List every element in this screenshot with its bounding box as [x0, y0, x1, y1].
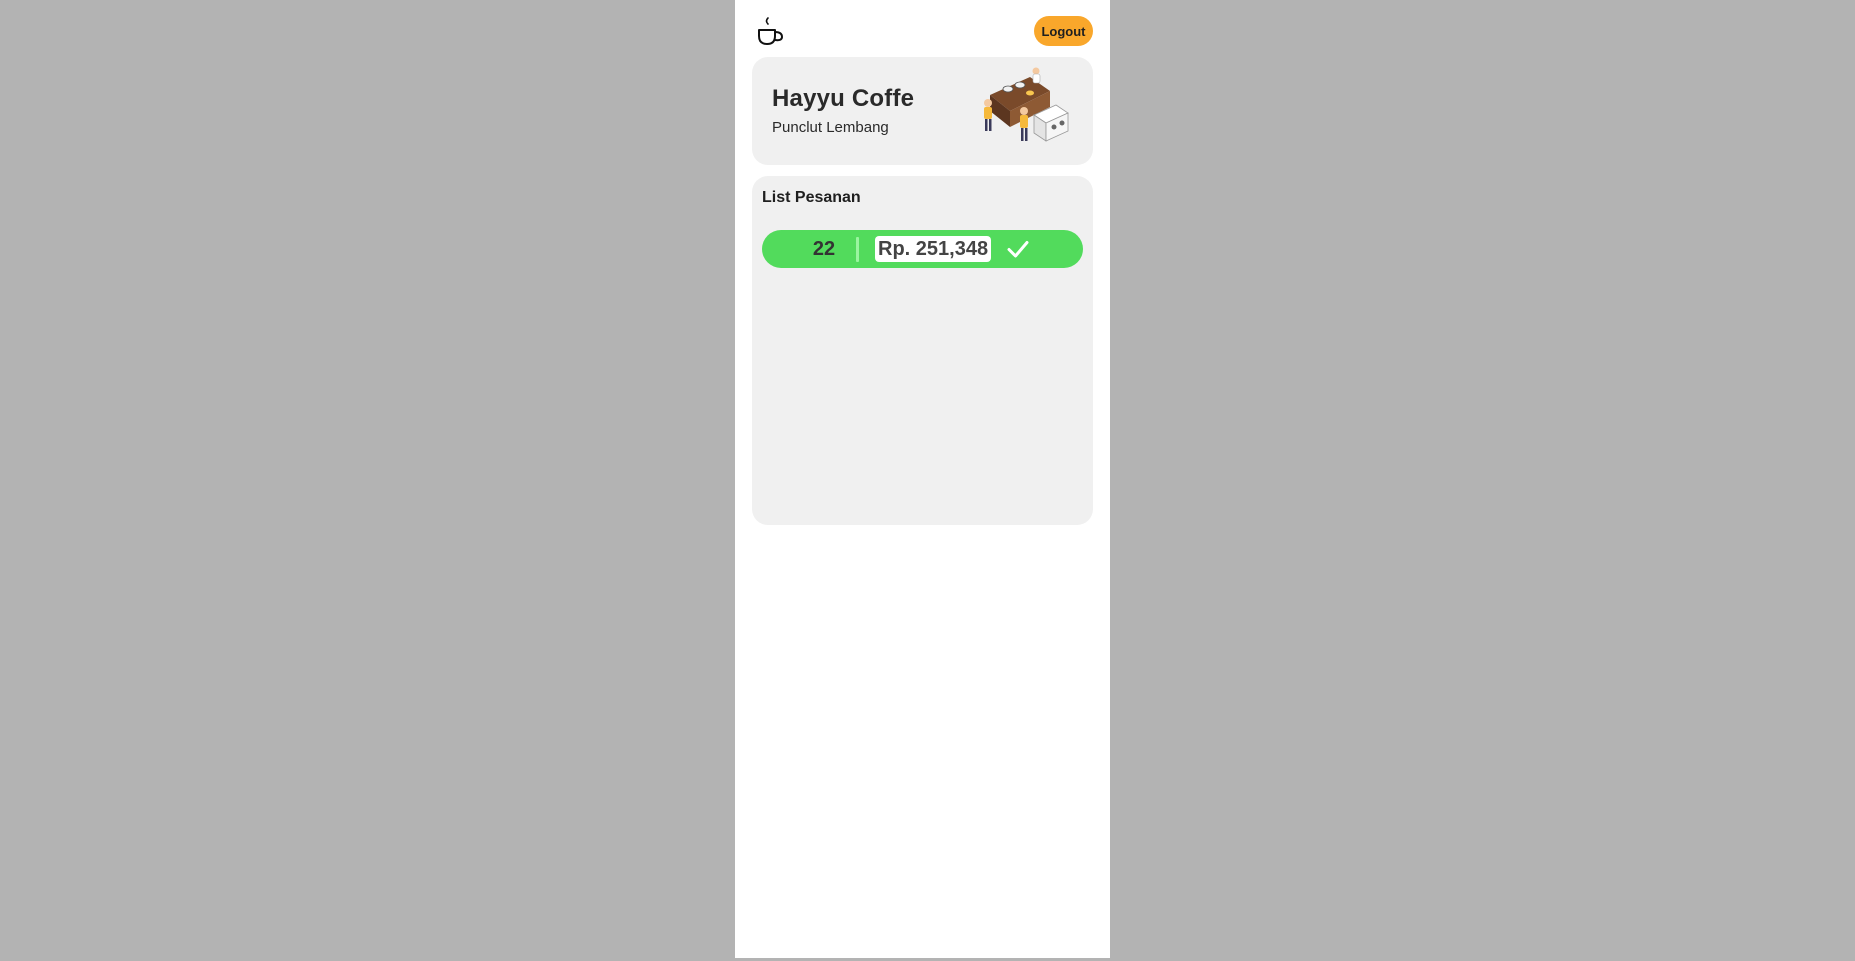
app-container: Logout Hayyu Coffe Punclut Lembang List … — [735, 0, 1110, 958]
shop-location: Punclut Lembang — [772, 119, 889, 136]
order-list-title: List Pesanan — [762, 189, 861, 206]
top-bar: Logout — [735, 0, 1110, 56]
check-icon[interactable] — [1007, 238, 1029, 260]
barista-illustration — [984, 67, 1069, 142]
shop-name: Hayyu Coffe — [772, 85, 915, 112]
order-total: Rp. 251,348 — [875, 236, 992, 262]
coffee-cup-icon — [758, 17, 784, 45]
order-number: 22 — [812, 238, 836, 260]
order-list-card: List Pesanan 22 Rp. 251,348 — [752, 176, 1093, 525]
order-divider — [856, 237, 859, 262]
order-row[interactable]: 22 Rp. 251,348 — [762, 230, 1083, 268]
logout-button[interactable]: Logout — [1034, 16, 1093, 46]
shop-info-card: Hayyu Coffe Punclut Lembang — [752, 57, 1093, 165]
